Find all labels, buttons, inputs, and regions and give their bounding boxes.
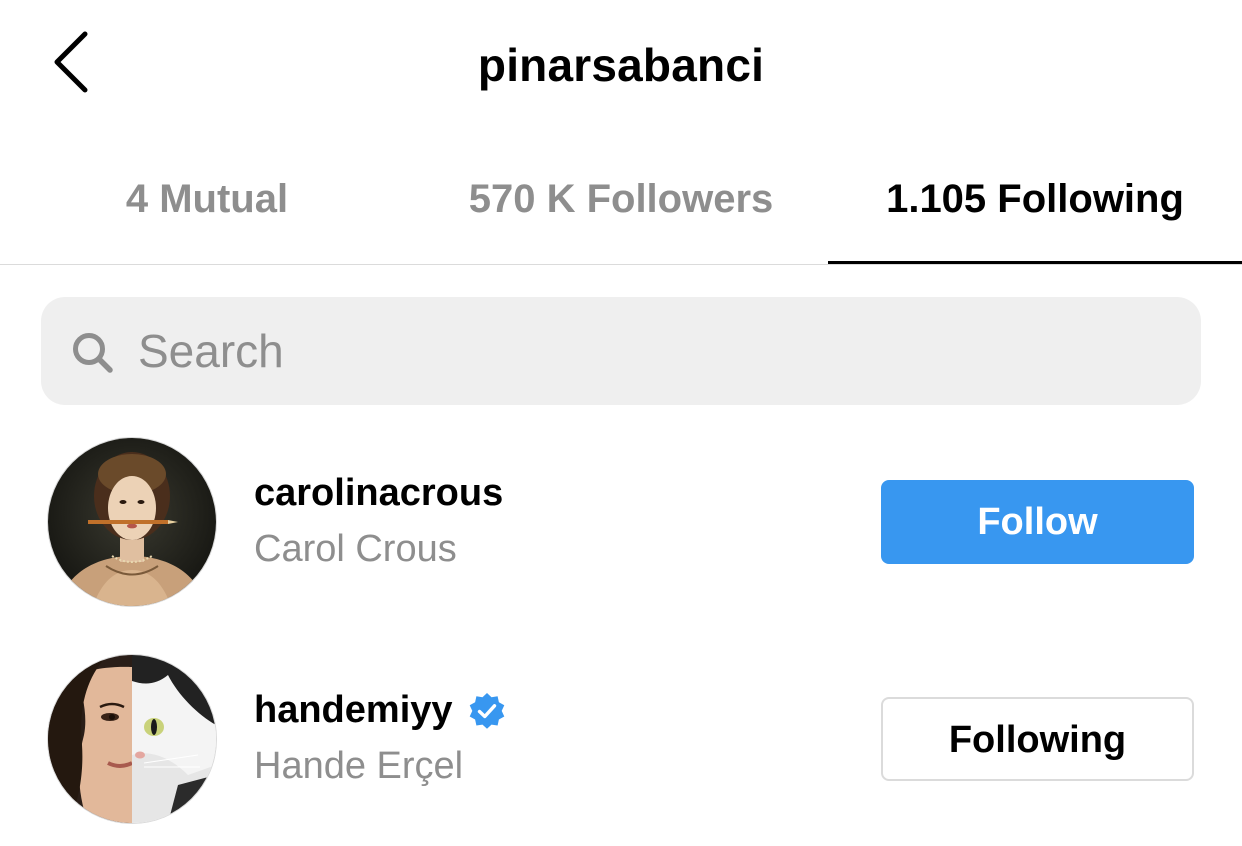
tab-followers[interactable]: 570 K Followers (414, 140, 828, 262)
avatar[interactable] (48, 438, 216, 606)
following-button[interactable]: Following (881, 697, 1194, 781)
follow-button[interactable]: Follow (881, 480, 1194, 564)
search-icon (73, 333, 113, 373)
username-line: carolinacrous (254, 472, 503, 518)
tab-following[interactable]: 1.105 Following (828, 140, 1242, 262)
verified-badge-icon (469, 692, 505, 729)
full-name: Carol Crous (254, 528, 457, 570)
full-name: Hande Erçel (254, 745, 464, 787)
tab-bar: 4 Mutual 570 K Followers 1.105 Following (0, 140, 1242, 265)
username[interactable]: carolinacrous (254, 472, 503, 514)
active-tab-indicator (828, 261, 1242, 264)
search-input[interactable] (138, 318, 1178, 384)
list-item[interactable]: handemiyy Hande Erçel Following (0, 637, 1242, 837)
username[interactable]: handemiyy (254, 689, 453, 731)
list-item[interactable]: carolinacrous Carol Crous Follow (0, 420, 1242, 620)
avatar[interactable] (48, 655, 216, 823)
tab-mutual[interactable]: 4 Mutual (0, 140, 414, 262)
nav-header: pinarsabanci (0, 0, 1242, 135)
username-line: handemiyy (254, 689, 507, 735)
page-title: pinarsabanci (477, 39, 765, 91)
